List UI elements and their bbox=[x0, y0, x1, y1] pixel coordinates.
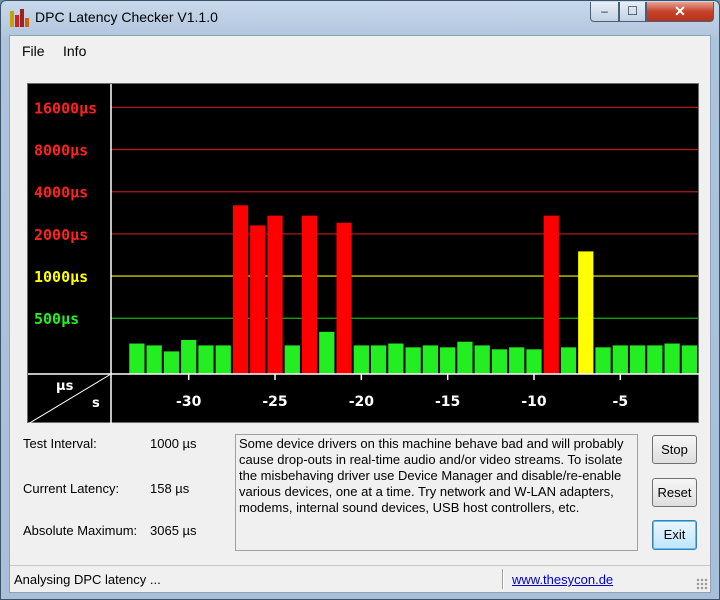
latency-bar bbox=[440, 347, 456, 374]
x-tick-label: -5 bbox=[613, 394, 629, 410]
app-icon bbox=[10, 9, 29, 27]
latency-bar bbox=[181, 339, 197, 374]
latency-bar bbox=[560, 347, 577, 374]
title-bar[interactable]: DPC Latency Checker V1.1.0 – ☐ ✕ bbox=[1, 1, 719, 35]
latency-bar bbox=[163, 351, 180, 374]
latency-bar bbox=[509, 347, 525, 374]
menu-info[interactable]: Info bbox=[63, 43, 86, 59]
absolute-maximum-value: 3065 µs bbox=[150, 523, 197, 538]
stop-button[interactable]: Stop bbox=[652, 435, 697, 464]
status-divider bbox=[502, 569, 504, 589]
latency-bar bbox=[129, 343, 145, 374]
window-title: DPC Latency Checker V1.1.0 bbox=[35, 9, 218, 25]
latency-bar bbox=[405, 347, 421, 374]
latency-bar bbox=[301, 215, 318, 374]
latency-bar bbox=[250, 225, 266, 374]
x-tick-label: -20 bbox=[349, 394, 375, 410]
resize-grip[interactable] bbox=[696, 578, 708, 590]
y-tick-label: 4000µs bbox=[34, 184, 88, 202]
x-tick-label: -30 bbox=[176, 394, 202, 410]
latency-bar bbox=[681, 345, 697, 374]
test-interval-value: 1000 µs bbox=[150, 436, 197, 451]
latency-bar bbox=[457, 341, 473, 374]
latency-bar bbox=[578, 251, 594, 374]
minimize-button[interactable]: – bbox=[590, 2, 619, 22]
website-link[interactable]: www.thesycon.de bbox=[512, 572, 613, 587]
latency-bar bbox=[526, 349, 542, 374]
status-bar: Analysing DPC latency ... www.thesycon.d… bbox=[10, 565, 710, 592]
latency-bar bbox=[543, 215, 559, 374]
latency-bar bbox=[491, 349, 508, 374]
y-tick-label: 16000µs bbox=[34, 99, 97, 117]
close-button[interactable]: ✕ bbox=[646, 2, 714, 22]
x-tick-label: -10 bbox=[521, 394, 547, 410]
reset-button[interactable]: Reset bbox=[652, 478, 697, 507]
maximize-button[interactable]: ☐ bbox=[619, 2, 646, 22]
menu-bar: File Info bbox=[10, 36, 710, 66]
test-interval-label: Test Interval: bbox=[23, 436, 97, 451]
latency-bar bbox=[353, 345, 369, 374]
latency-bar bbox=[232, 205, 249, 374]
latency-chart-svg: 16000µs 8000µs 4000µs 2000µs 1000µs 500µs µs s -… bbox=[28, 84, 700, 424]
absolute-maximum-label: Absolute Maximum: bbox=[23, 523, 138, 538]
latency-bar bbox=[284, 345, 300, 374]
y-tick-label: 500µs bbox=[34, 310, 79, 328]
latency-bar bbox=[612, 345, 628, 374]
latency-bar bbox=[629, 345, 646, 374]
menu-file[interactable]: File bbox=[22, 43, 45, 59]
axis-corner-unit-s: s bbox=[92, 396, 100, 411]
status-text: Analysing DPC latency ... bbox=[14, 572, 161, 587]
latency-bar bbox=[422, 345, 439, 374]
latency-bar bbox=[198, 345, 214, 374]
y-tick-label: 1000µs bbox=[34, 268, 88, 286]
latency-bar bbox=[336, 222, 352, 374]
latency-bar bbox=[647, 345, 663, 374]
client-area: File Info 16000µs 8000µs 4000µs 2000µs 1000µ… bbox=[9, 35, 711, 593]
latency-bar bbox=[664, 343, 680, 374]
latency-bar bbox=[474, 345, 490, 374]
latency-bar bbox=[215, 345, 231, 374]
latency-bar bbox=[370, 345, 387, 374]
current-latency-label: Current Latency: bbox=[23, 481, 120, 496]
latency-bar bbox=[595, 347, 611, 374]
latency-bar bbox=[267, 215, 283, 374]
x-tick-label: -15 bbox=[435, 394, 460, 410]
app-window: DPC Latency Checker V1.1.0 – ☐ ✕ File In… bbox=[0, 0, 720, 600]
latency-chart: 16000µs 8000µs 4000µs 2000µs 1000µs 500µs µs s -… bbox=[27, 83, 700, 424]
latency-bar bbox=[319, 331, 335, 374]
latency-bar bbox=[388, 343, 404, 374]
exit-button[interactable]: Exit bbox=[652, 520, 697, 550]
current-latency-value: 158 µs bbox=[150, 481, 190, 496]
y-tick-label: 2000µs bbox=[34, 226, 88, 244]
y-tick-label: 8000µs bbox=[34, 142, 88, 160]
message-box: Some device drivers on this machine beha… bbox=[235, 434, 638, 551]
x-tick-label: -25 bbox=[262, 394, 287, 410]
axis-corner-unit-us: µs bbox=[56, 379, 74, 394]
latency-bar bbox=[146, 345, 162, 374]
